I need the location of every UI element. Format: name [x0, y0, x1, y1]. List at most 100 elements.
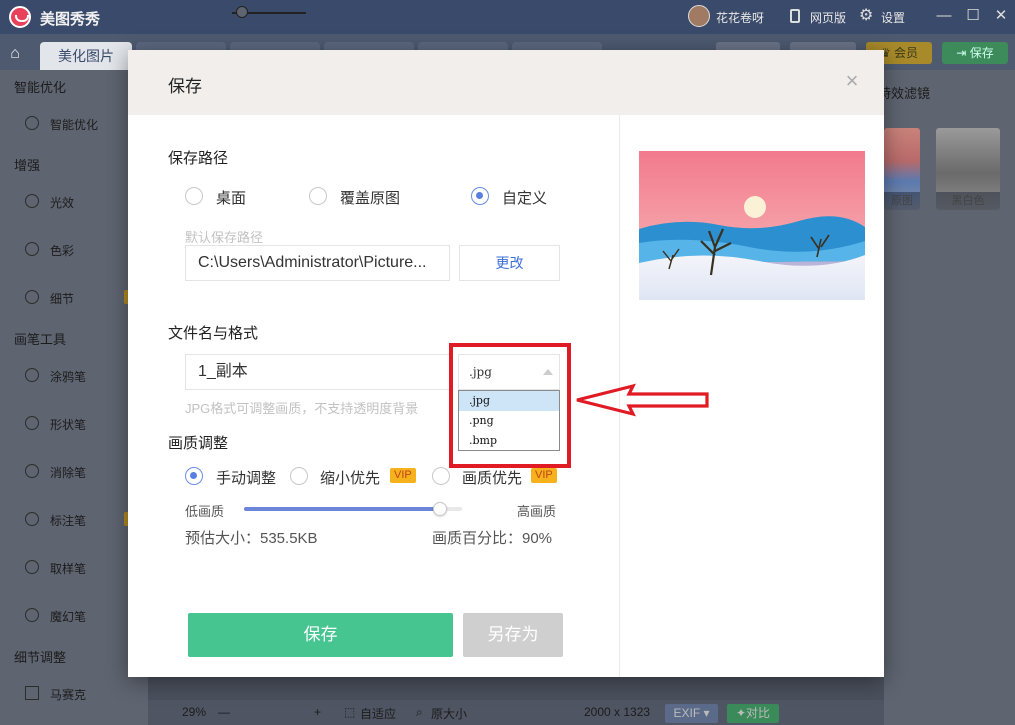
tool-label: 智能优化	[50, 118, 99, 132]
radio-size-first-label[interactable]: 缩小优先	[320, 467, 380, 488]
gear-icon[interactable]: ⚙	[859, 7, 873, 25]
minimize-icon[interactable]: —	[934, 6, 954, 26]
vip-badge: VIP	[390, 468, 416, 483]
zoom-out-icon[interactable]: —	[218, 705, 230, 719]
web-version-link[interactable]: 网页版	[810, 9, 846, 26]
sparkle-icon	[25, 116, 39, 130]
tool-color[interactable]: 色彩	[0, 230, 148, 270]
zoom-level: 29%	[182, 705, 207, 719]
save-top-label: 保存	[969, 46, 994, 60]
eraser-icon	[25, 464, 39, 478]
dialog-title: 保存	[168, 77, 202, 96]
save-button[interactable]: 保存	[188, 613, 453, 657]
radio-custom-label[interactable]: 自定义	[502, 187, 547, 208]
close-icon[interactable]: ×	[842, 70, 862, 92]
quality-slider-handle[interactable]	[433, 502, 448, 516]
section-detail-adjust: 细节调整	[14, 650, 67, 665]
save-top-button[interactable]: ⇥ 保存	[942, 42, 1008, 64]
file-format-title: 文件名与格式	[168, 325, 259, 342]
radio-desktop-label[interactable]: 桌面	[216, 187, 246, 208]
section-enhance: 增强	[14, 158, 41, 173]
title-bar: 美图秀秀 花花卷呀 网页版 ⚙ 设置 — ☐ ✕	[0, 0, 1015, 34]
tool-smart-optimize[interactable]: 智能优化	[0, 104, 148, 144]
palette-icon	[25, 242, 39, 256]
exif-label: EXIF	[673, 706, 701, 720]
eyedropper-icon	[25, 560, 39, 574]
tool-light[interactable]: 光效	[0, 182, 148, 222]
original-size-button[interactable]: 原大小	[431, 705, 467, 722]
vip-badge: VIP	[531, 468, 557, 483]
app-logo-icon	[9, 6, 31, 28]
sun-icon	[25, 194, 39, 208]
search-icon[interactable]: ⌕	[416, 705, 423, 720]
dialog-header	[128, 50, 884, 115]
preview-moon	[744, 196, 766, 218]
quality-percent: 画质百分比：90%	[432, 530, 553, 547]
estimated-size: 预估大小：535.5KB	[185, 530, 318, 547]
save-as-button[interactable]: 另存为	[463, 613, 563, 657]
high-quality-label: 高画质	[517, 504, 557, 519]
tool-sample-pen[interactable]: 取样笔	[0, 548, 148, 588]
radio-overwrite-label[interactable]: 覆盖原图	[340, 187, 400, 208]
tool-magic-pen[interactable]: 魔幻笔	[0, 596, 148, 636]
format-hint: JPG格式可调整画质，不支持透明度背景	[185, 401, 419, 416]
tool-mosaic[interactable]: 马赛克	[0, 674, 148, 714]
maximize-icon[interactable]: ☐	[963, 6, 983, 26]
quality-slider-fill	[244, 507, 441, 511]
tool-label: 马赛克	[50, 688, 87, 702]
tool-shape-pen[interactable]: 形状笔	[0, 404, 148, 444]
brush-icon	[25, 368, 39, 382]
app-title: 美图秀秀	[40, 11, 101, 28]
quality-slider-track[interactable]	[244, 507, 462, 511]
tool-label: 涂鸦笔	[50, 370, 87, 384]
phone-icon[interactable]	[790, 9, 800, 23]
compare-button[interactable]: ✦对比	[727, 704, 779, 723]
tool-eraser-pen[interactable]: 消除笔	[0, 452, 148, 492]
radio-quality-first-label[interactable]: 画质优先	[462, 467, 522, 488]
change-path-button[interactable]: 更改	[459, 245, 560, 281]
exif-button[interactable]: EXIF ▾	[665, 704, 718, 723]
fit-button[interactable]: 自适应	[360, 705, 396, 722]
annotation-arrow-icon	[576, 383, 709, 417]
zoom-slider-handle[interactable]	[236, 6, 248, 18]
close-window-icon[interactable]: ✕	[991, 6, 1011, 26]
tool-label: 标注笔	[50, 514, 87, 528]
radio-size-first[interactable]	[290, 467, 308, 485]
radio-manual-label[interactable]: 手动调整	[216, 467, 276, 488]
compare-label: 对比	[746, 706, 771, 720]
compare-icon: ✦	[735, 706, 747, 720]
avatar[interactable]	[688, 5, 710, 27]
mosaic-icon	[25, 686, 39, 700]
user-name[interactable]: 花花卷呀	[716, 9, 764, 26]
save-path-field[interactable]: C:\Users\Administrator\Picture...	[185, 245, 450, 281]
member-label: 会员	[894, 46, 919, 60]
image-dimensions: 2000 x 1323	[584, 705, 651, 719]
filter-thumb-original[interactable]: 原图	[884, 128, 920, 210]
fit-icon[interactable]: ⬚	[344, 705, 355, 719]
radio-desktop[interactable]	[185, 187, 203, 205]
home-icon[interactable]: ⌂	[0, 38, 30, 70]
highlight-box	[449, 343, 571, 468]
filter-thumb-label: 黑白色	[936, 192, 1000, 210]
tab-beautify[interactable]: 美化图片	[40, 42, 132, 70]
filename-input[interactable]: 1_副本	[185, 354, 451, 390]
export-icon: ⇥	[956, 46, 967, 60]
section-smart-optimize: 智能优化	[14, 80, 67, 95]
quality-title: 画质调整	[168, 435, 229, 452]
save-path-title: 保存路径	[168, 150, 229, 167]
radio-custom[interactable]	[471, 187, 489, 205]
radio-quality-first[interactable]	[432, 467, 450, 485]
tool-doodle-pen[interactable]: 涂鸦笔	[0, 356, 148, 396]
radio-overwrite[interactable]	[309, 187, 327, 205]
zoom-in-icon[interactable]: +	[314, 705, 321, 719]
tool-label: 细节	[50, 292, 75, 306]
magnifier-icon	[25, 290, 39, 304]
radio-manual[interactable]	[185, 467, 203, 485]
tool-label: 光效	[50, 196, 75, 210]
filter-thumb-bw[interactable]: 黑白色	[936, 128, 1000, 210]
image-preview	[639, 151, 865, 300]
section-brush-tools: 画笔工具	[14, 332, 67, 347]
settings-link[interactable]: 设置	[881, 9, 905, 26]
tool-label: 形状笔	[50, 418, 87, 432]
tool-label: 消除笔	[50, 466, 87, 480]
